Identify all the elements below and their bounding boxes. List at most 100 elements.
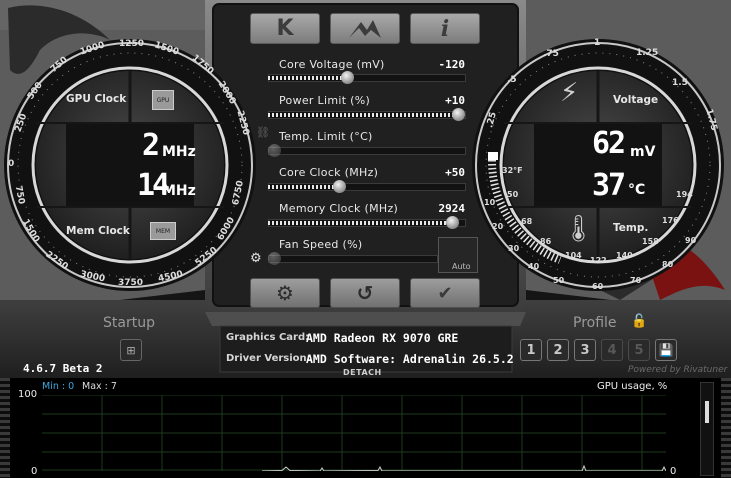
slider-label: Temp. Limit (°C): [279, 130, 373, 143]
slider-track[interactable]: [268, 252, 438, 265]
slider-track[interactable]: [268, 180, 466, 193]
startup-windows-button[interactable]: ⊞: [120, 339, 142, 361]
slider-thumb[interactable]: [341, 71, 354, 84]
k-boost-label: K: [276, 16, 294, 41]
temp-unit: °C: [628, 182, 646, 198]
profile-lock-icon[interactable]: 🔓: [631, 314, 647, 329]
slider-label: Fan Speed (%): [279, 238, 363, 251]
monitoring-graph-panel[interactable]: Min : 0 Max : 7 GPU usage, % 100 0 0: [0, 378, 731, 478]
gpu-chip-label: GPU: [156, 96, 170, 104]
temp-f-tick: 32°F: [502, 166, 523, 175]
slider-thumb[interactable]: [446, 216, 459, 229]
msi-logo-button[interactable]: [330, 13, 400, 44]
gpu-clock-tick: 2250: [234, 109, 251, 137]
mem-chip-icon: MEM: [150, 222, 176, 240]
graph-scrollbar[interactable]: [700, 382, 714, 476]
version-label: 4.6.7 Beta 2: [23, 362, 103, 375]
voltage-tick: .75: [543, 49, 559, 59]
profile-number: 5: [634, 342, 644, 358]
slider-thumb[interactable]: [268, 252, 281, 265]
temp-value: 37: [592, 168, 626, 203]
voltage-label: Voltage: [613, 94, 659, 106]
temp-f-tick: 194: [676, 190, 693, 199]
voltage-value: 62: [592, 126, 626, 161]
thermometer-icon: 🌡: [562, 214, 596, 244]
info-label: i: [440, 15, 450, 42]
k-boost-button[interactable]: K: [250, 13, 320, 44]
graph-title: GPU usage, %: [597, 381, 668, 392]
slider-track[interactable]: [268, 216, 466, 229]
gpu-clock-tick: 1500: [153, 40, 180, 58]
temp-c-tick: 90: [685, 236, 697, 245]
reset-button[interactable]: ↺: [330, 278, 400, 308]
temp-c-tick: 10: [484, 198, 496, 207]
mem-clock-tick: 2250: [43, 249, 70, 273]
slider-fill: [268, 113, 458, 117]
slider-track-bg: [268, 147, 466, 155]
fan-auto-button[interactable]: Auto: [438, 237, 478, 273]
voltage-tick: 1: [594, 38, 601, 48]
gpu-clock-tick: 500: [25, 80, 45, 102]
gpu-clock-label: GPU Clock: [66, 93, 127, 105]
temp-f-tick: 176: [662, 216, 679, 225]
graph-left-ribs: [0, 378, 10, 478]
graph-scroll-thumb[interactable]: [705, 401, 709, 423]
voltage-tick: 1.25: [636, 48, 659, 58]
slider-track[interactable]: [268, 71, 466, 84]
slider-track-bg: [268, 255, 438, 263]
profile-number: 2: [553, 342, 563, 358]
profile-5-button[interactable]: 5: [628, 339, 650, 361]
slider-fill: [268, 76, 347, 80]
temp-f-tick: 140: [616, 251, 633, 260]
graph-y-max: 100: [18, 389, 38, 400]
slider-fill: [268, 185, 339, 189]
temp-c-tick: 20: [492, 222, 504, 231]
temp-c-tick: 60: [592, 282, 604, 291]
temp-c-tick: 80: [662, 260, 674, 269]
slider-label: Core Voltage (mV): [279, 58, 385, 71]
fan-gear-icon[interactable]: ⚙: [250, 251, 262, 266]
startup-label: Startup: [103, 315, 155, 331]
temp-c-tick: 70: [630, 276, 642, 285]
detach-button[interactable]: DETACH: [343, 368, 382, 377]
mem-clock-tick: 5250: [193, 245, 220, 269]
slider-track[interactable]: [268, 144, 466, 157]
mem-clock-tick: 3750: [118, 278, 144, 288]
temp-f-tick: 50: [507, 190, 519, 199]
reset-icon: ↺: [356, 281, 374, 305]
profile-3-button[interactable]: 3: [574, 339, 596, 361]
graph-plot: [42, 395, 666, 471]
apply-check-icon: ✔: [437, 282, 453, 304]
mem-clock-tick: 6000: [215, 215, 238, 243]
temp-link-icon[interactable]: ⛓: [256, 126, 270, 139]
graph-current-value: 0: [670, 466, 677, 477]
slider-thumb[interactable]: [333, 180, 346, 193]
slider-track[interactable]: [268, 108, 466, 121]
settings-gear-icon: ⚙: [276, 281, 294, 305]
slider-fill: [268, 221, 452, 225]
profile-number: 1: [526, 342, 536, 358]
profile-1-button[interactable]: 1: [520, 339, 542, 361]
settings-button[interactable]: ⚙: [250, 278, 320, 308]
mem-clock-tick: 3000: [79, 269, 106, 285]
temp-c-tick: 50: [553, 276, 565, 285]
graph-y-min: 0: [31, 466, 38, 477]
slider-thumb[interactable]: [268, 144, 281, 157]
apply-button[interactable]: ✔: [410, 278, 480, 308]
slider-thumb[interactable]: [452, 108, 465, 121]
voltage-tick: 1.5: [672, 78, 688, 88]
driver-version-label: Driver Version:: [226, 353, 311, 364]
profile-2-button[interactable]: 2: [547, 339, 569, 361]
left-gauge: 0 250 500 750 1000 1250 1500 1750 2000 2…: [4, 38, 256, 292]
gpu-clock-tick: 0: [8, 159, 15, 169]
save-disk-icon: 💾: [658, 343, 674, 357]
voltage-unit: mV: [630, 144, 656, 160]
info-button[interactable]: i: [410, 13, 480, 44]
slider-label: Power Limit (%): [279, 94, 371, 107]
profile-save-button[interactable]: 💾: [655, 339, 677, 361]
slider-value: -120: [438, 58, 466, 71]
profile-number: 3: [580, 342, 590, 358]
slider-value: +10: [445, 94, 465, 107]
slider-label: Memory Clock (MHz): [279, 202, 399, 215]
profile-4-button[interactable]: 4: [601, 339, 623, 361]
